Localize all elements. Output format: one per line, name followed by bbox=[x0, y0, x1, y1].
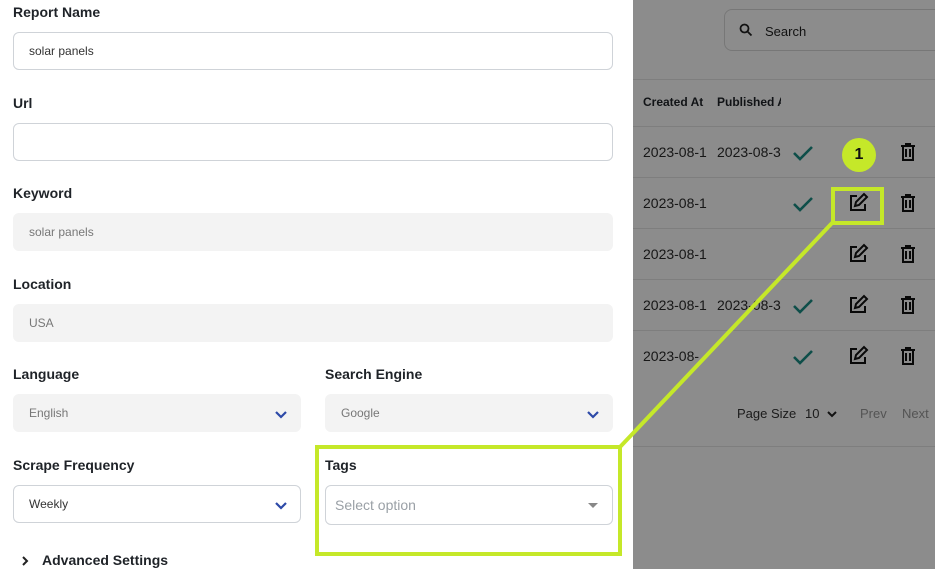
tags-highlight bbox=[315, 445, 622, 556]
chevron-down-icon bbox=[275, 502, 287, 510]
modal-overlay[interactable] bbox=[633, 0, 935, 569]
keyword-label: Keyword bbox=[13, 185, 73, 201]
url-input[interactable] bbox=[13, 123, 613, 161]
language-value: English bbox=[29, 406, 69, 420]
location-label: Location bbox=[13, 276, 72, 292]
edit-highlight bbox=[831, 187, 884, 225]
search-engine-label: Search Engine bbox=[325, 366, 423, 382]
scrape-frequency-value: Weekly bbox=[29, 497, 69, 511]
search-engine-select: Google bbox=[325, 394, 613, 432]
search-engine-value: Google bbox=[341, 406, 380, 420]
url-label: Url bbox=[13, 95, 33, 111]
keyword-input: solar panels bbox=[13, 213, 613, 251]
chevron-right-icon bbox=[22, 556, 29, 566]
scrape-frequency-select[interactable]: Weekly bbox=[13, 485, 301, 523]
location-input: USA bbox=[13, 304, 613, 342]
report-name-input[interactable]: solar panels bbox=[13, 32, 613, 70]
language-label: Language bbox=[13, 366, 80, 382]
scrape-frequency-label: Scrape Frequency bbox=[13, 457, 135, 473]
language-select: English bbox=[13, 394, 301, 432]
advanced-settings-toggle[interactable]: Advanced Settings bbox=[42, 552, 168, 568]
report-name-label: Report Name bbox=[13, 4, 101, 20]
chevron-down-icon bbox=[275, 411, 287, 419]
step-badge: 1 bbox=[842, 138, 876, 172]
chevron-down-icon bbox=[587, 411, 599, 419]
